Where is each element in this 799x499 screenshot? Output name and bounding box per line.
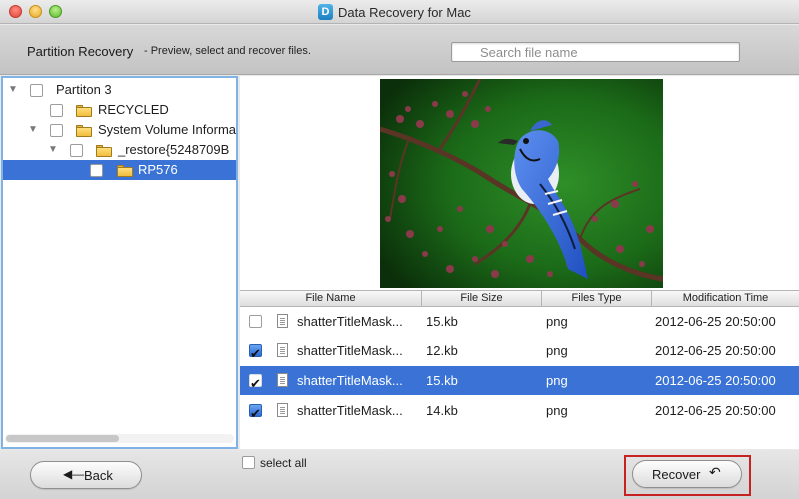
left-arrow-icon: ◀— (63, 467, 85, 481)
folder-icon (76, 105, 92, 117)
search-input[interactable] (452, 43, 739, 61)
column-header-file-type[interactable]: Files Type (541, 291, 651, 306)
cell-file-size: 15.kb (426, 314, 458, 329)
preview-pane (240, 76, 799, 290)
cell-modification-time: 2012-06-25 20:50:00 (655, 343, 776, 358)
tree-item-checkbox[interactable] (50, 104, 63, 117)
cell-file-type: png (546, 373, 568, 388)
tree-item-rp576[interactable]: RP576 (3, 160, 236, 180)
cell-file-size: 15.kb (426, 373, 458, 388)
select-all-label: select all (260, 456, 307, 470)
table-row[interactable]: shatterTitleMask... 15.kb png 2012-06-25… (240, 366, 799, 399)
tree-item-checkbox[interactable] (70, 144, 83, 157)
table-row[interactable]: shatterTitleMask... 14.kb png 2012-06-25… (240, 396, 799, 429)
row-checkbox[interactable] (249, 340, 262, 369)
tree-item-label: _restore{5248709B (118, 142, 230, 157)
disclosure-down-icon[interactable]: ▼ (8, 80, 18, 100)
tree-item-label: Partiton 3 (56, 82, 112, 97)
recover-button[interactable]: Recover ↶ (632, 460, 742, 488)
column-header-file-name[interactable]: File Name (240, 291, 421, 306)
back-label: Back (84, 468, 113, 483)
page-subtitle: - Preview, select and recover files. (144, 45, 311, 57)
title-bar: D Data Recovery for Mac (0, 0, 799, 24)
disclosure-down-icon[interactable]: ▼ (48, 140, 58, 160)
recover-label: Recover (652, 467, 701, 482)
tree-item-restore[interactable]: ▼ _restore{5248709B (3, 140, 236, 160)
folder-icon (76, 125, 92, 137)
undo-arrow-icon: ↶ (709, 465, 721, 481)
cell-file-name: shatterTitleMask... (297, 373, 403, 388)
select-all-checkbox[interactable] (242, 456, 255, 469)
scrollbar-thumb[interactable] (6, 435, 119, 442)
cell-file-type: png (546, 343, 568, 358)
tree-item-checkbox[interactable] (90, 164, 103, 177)
tree-item-label: RECYCLED (98, 102, 169, 117)
disclosure-down-icon[interactable]: ▼ (28, 120, 38, 140)
tree-item-partition[interactable]: ▼ Partiton 3 (3, 80, 236, 100)
footer-bar: ◀— Back select all Recover ↶ (0, 450, 799, 499)
close-button[interactable] (9, 5, 22, 18)
cell-file-name: shatterTitleMask... (297, 403, 403, 418)
blue-jay-photo (380, 79, 663, 288)
header: Partition Recovery - Preview, select and… (0, 25, 799, 75)
folder-icon (117, 165, 133, 177)
back-button[interactable]: ◀— Back (30, 461, 142, 489)
file-icon (277, 403, 288, 417)
app-window: D Data Recovery for Mac Partition Recove… (0, 0, 799, 499)
column-header-modification-time[interactable]: Modification Time (651, 291, 799, 306)
zoom-button[interactable] (49, 5, 62, 18)
cell-file-type: png (546, 403, 568, 418)
app-logo-icon: D (318, 4, 333, 20)
tree-item-checkbox[interactable] (50, 124, 63, 137)
cell-file-size: 14.kb (426, 403, 458, 418)
row-checkbox[interactable] (249, 315, 262, 328)
search-box (451, 42, 740, 62)
tree-item-recycled[interactable]: RECYCLED (3, 100, 236, 120)
table-row[interactable]: shatterTitleMask... 15.kb png 2012-06-25… (240, 307, 799, 336)
minimize-button[interactable] (29, 5, 42, 18)
cell-file-name: shatterTitleMask... (297, 314, 403, 329)
cell-modification-time: 2012-06-25 20:50:00 (655, 373, 776, 388)
preview-image (380, 79, 663, 288)
file-icon (277, 343, 288, 357)
table-header: File Name File Size Files Type Modificat… (240, 290, 799, 307)
tree-item-label: RP576 (138, 162, 178, 177)
cell-file-size: 12.kb (426, 343, 458, 358)
page-title: Partition Recovery (27, 44, 134, 59)
folder-tree: ▼ Partiton 3 RECYCLED ▼ System Volume In… (1, 76, 238, 449)
cell-file-name: shatterTitleMask... (297, 343, 403, 358)
tree-item-checkbox[interactable] (30, 84, 43, 97)
row-checkbox[interactable] (249, 400, 262, 429)
horizontal-scrollbar[interactable] (5, 434, 234, 443)
file-table: File Name File Size Files Type Modificat… (240, 290, 799, 449)
cell-file-type: png (546, 314, 568, 329)
tree-item-system-volume[interactable]: ▼ System Volume Information (3, 120, 236, 140)
window-title: Data Recovery for Mac (338, 5, 471, 20)
row-checkbox[interactable] (249, 370, 262, 399)
folder-icon (96, 145, 112, 157)
file-icon (277, 314, 288, 328)
table-row[interactable]: shatterTitleMask... 12.kb png 2012-06-25… (240, 336, 799, 369)
file-icon (277, 373, 288, 387)
column-header-file-size[interactable]: File Size (421, 291, 541, 306)
tree-item-label: System Volume Information (98, 122, 236, 137)
cell-modification-time: 2012-06-25 20:50:00 (655, 403, 776, 418)
cell-modification-time: 2012-06-25 20:50:00 (655, 314, 776, 329)
